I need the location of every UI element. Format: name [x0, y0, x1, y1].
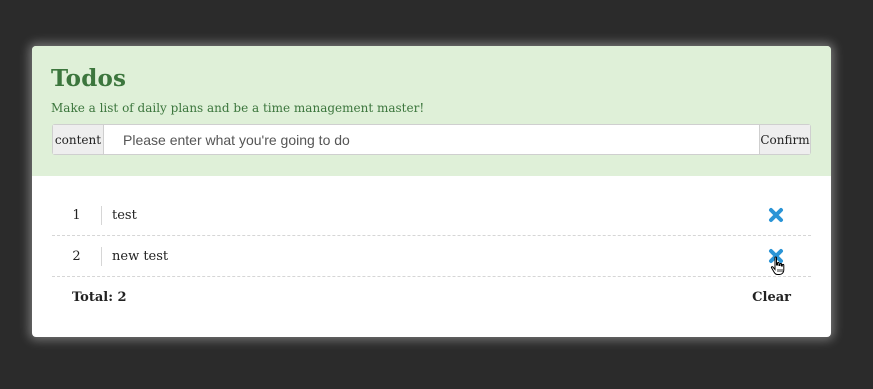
list-item: 2 new test: [52, 236, 811, 277]
add-todo-form: content Confirm: [52, 124, 811, 155]
total-count: Total: 2: [72, 290, 127, 305]
todo-text: new test: [112, 248, 169, 264]
todo-card: Todos Make a list of daily plans and be …: [32, 46, 831, 337]
todo-index: 1: [52, 205, 102, 225]
todo-list: 1 test 2 new test Total: 2 Clear: [52, 195, 811, 318]
todo-input[interactable]: [104, 125, 759, 154]
page-title: Todos: [51, 65, 127, 92]
clear-button[interactable]: Clear: [752, 290, 791, 305]
todo-index: 2: [52, 246, 102, 266]
content-label: content: [53, 125, 104, 154]
list-item: 1 test: [52, 195, 811, 236]
confirm-button[interactable]: Confirm: [759, 125, 810, 154]
close-icon[interactable]: [768, 207, 784, 223]
todo-footer: Total: 2 Clear: [52, 277, 811, 318]
todo-header: Todos Make a list of daily plans and be …: [32, 46, 831, 176]
todo-text: test: [112, 207, 137, 223]
hand-pointer-icon: [769, 256, 787, 276]
page-subtitle: Make a list of daily plans and be a time…: [51, 101, 425, 115]
